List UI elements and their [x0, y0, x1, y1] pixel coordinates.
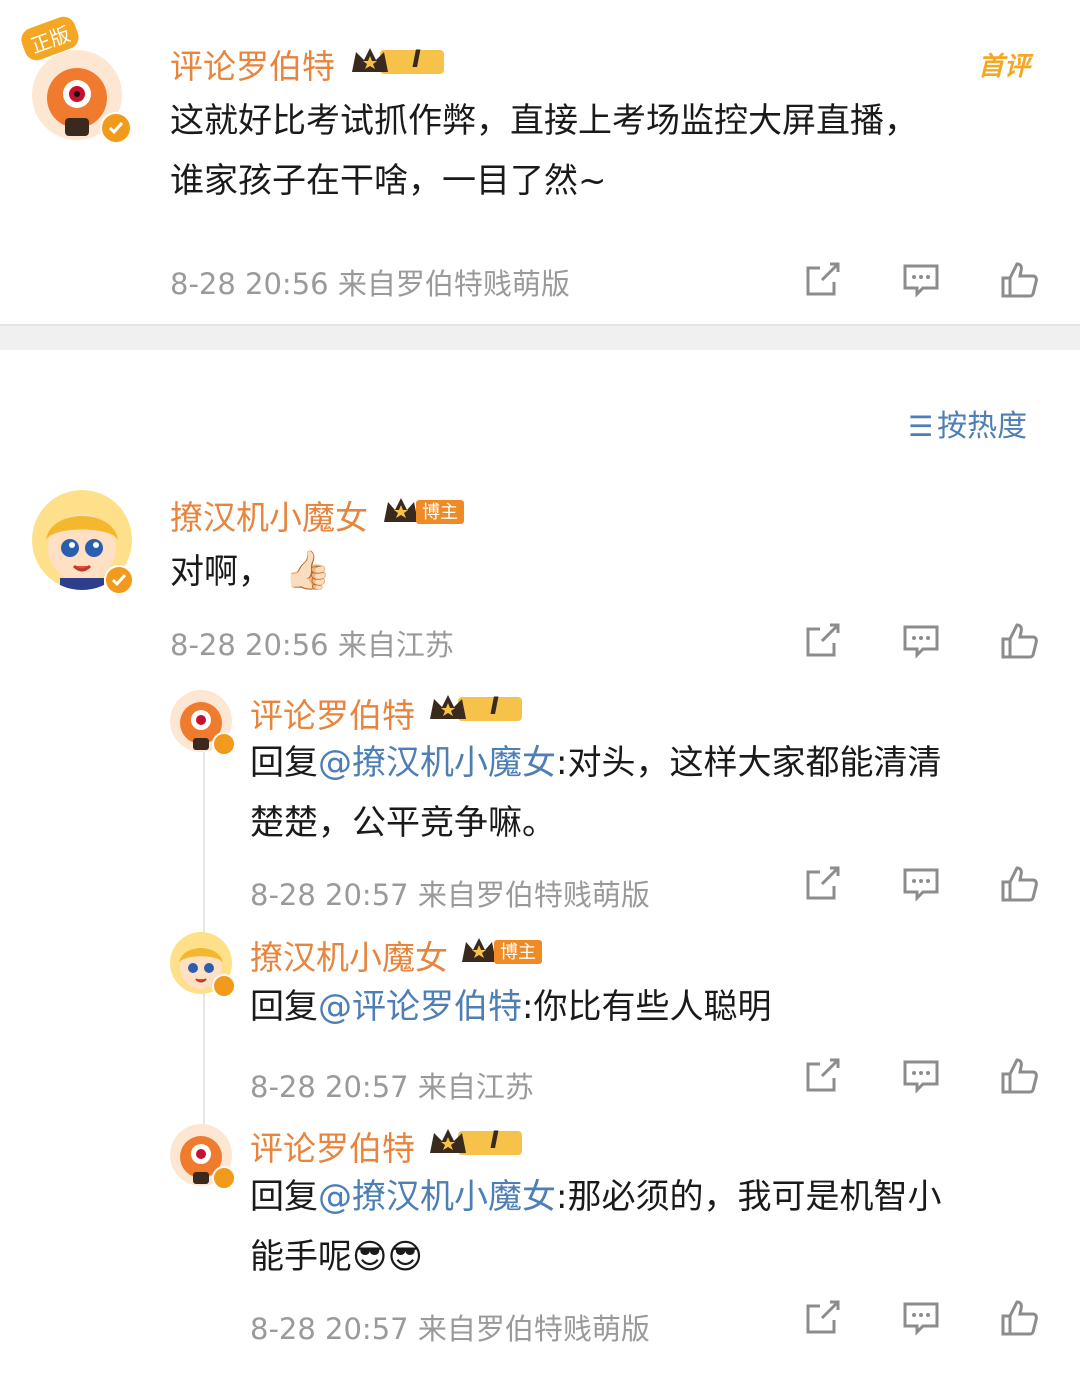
sort-by-hot[interactable]: ☰ 按热度 [908, 401, 1027, 445]
section-divider [0, 324, 1080, 350]
reply-author[interactable]: 评论罗伯特 [250, 689, 415, 737]
verified-icon [212, 1166, 236, 1190]
share-icon[interactable] [800, 1054, 844, 1098]
comment-text: 这就好比考试抓作弊，直接上考场监控大屏直播， 谁家孩子在干啥，一目了然~ [170, 101, 918, 201]
blogger-badge: 博主 [382, 494, 466, 526]
like-icon[interactable] [997, 619, 1041, 663]
blogger-badge: 博主 [460, 934, 544, 966]
mention-link[interactable]: @评论罗伯特 [318, 987, 522, 1027]
share-icon[interactable] [800, 1296, 844, 1340]
reply-text: 回复@撩汉机小魔女:对头，这样大家都能清清 楚楚，公平竞争嘛。 [250, 743, 942, 843]
reply-meta: 8-28 20:57 来自江苏 [250, 1070, 534, 1104]
mention-link[interactable]: @撩汉机小魔女 [318, 1177, 556, 1217]
comment-meta: 8-28 20:56 来自江苏 [170, 628, 454, 662]
level-badge: I [428, 1125, 526, 1159]
thumbs-up-emoji: 👍🏻 [284, 548, 332, 592]
reply-meta: 8-28 20:57 来自罗伯特贱萌版 [250, 878, 650, 912]
comment-icon[interactable] [899, 258, 943, 302]
like-icon[interactable] [997, 258, 1041, 302]
comment-author[interactable]: 评论罗伯特 [170, 40, 335, 88]
comment-icon[interactable] [899, 1296, 943, 1340]
verified-icon [100, 112, 132, 144]
share-icon[interactable] [800, 258, 844, 302]
comment-icon[interactable] [899, 1054, 943, 1098]
share-icon[interactable] [800, 619, 844, 663]
reply-author[interactable]: 撩汉机小魔女 [250, 931, 448, 979]
comment-author[interactable]: 撩汉机小魔女 [170, 491, 368, 539]
verified-icon [212, 732, 236, 756]
like-icon[interactable] [997, 1296, 1041, 1340]
comment-icon[interactable] [899, 619, 943, 663]
verified-icon [104, 565, 134, 595]
like-icon[interactable] [997, 862, 1041, 906]
sunglasses-emoji: 😎😎 [352, 1237, 423, 1277]
level-badge: I [350, 44, 448, 78]
reply-text: 回复@评论罗伯特:你比有些人聪明 [250, 987, 772, 1027]
comment-meta: 8-28 20:56 来自罗伯特贱萌版 [170, 267, 570, 301]
comment-icon[interactable] [899, 862, 943, 906]
reply-text: 回复@撩汉机小魔女:那必须的，我可是机智小 能手呢😎😎 [250, 1177, 942, 1277]
sort-icon: ☰ [908, 410, 934, 443]
first-comment-tag: 首评 [978, 52, 1031, 82]
like-icon[interactable] [997, 1054, 1041, 1098]
share-icon[interactable] [800, 862, 844, 906]
comment-text: 对啊， 👍🏻 [170, 548, 332, 592]
verified-icon [212, 974, 236, 998]
reply-author[interactable]: 评论罗伯特 [250, 1122, 415, 1170]
level-badge: I [428, 691, 526, 725]
mention-link[interactable]: @撩汉机小魔女 [318, 743, 556, 783]
reply-meta: 8-28 20:57 来自罗伯特贱萌版 [250, 1312, 650, 1346]
